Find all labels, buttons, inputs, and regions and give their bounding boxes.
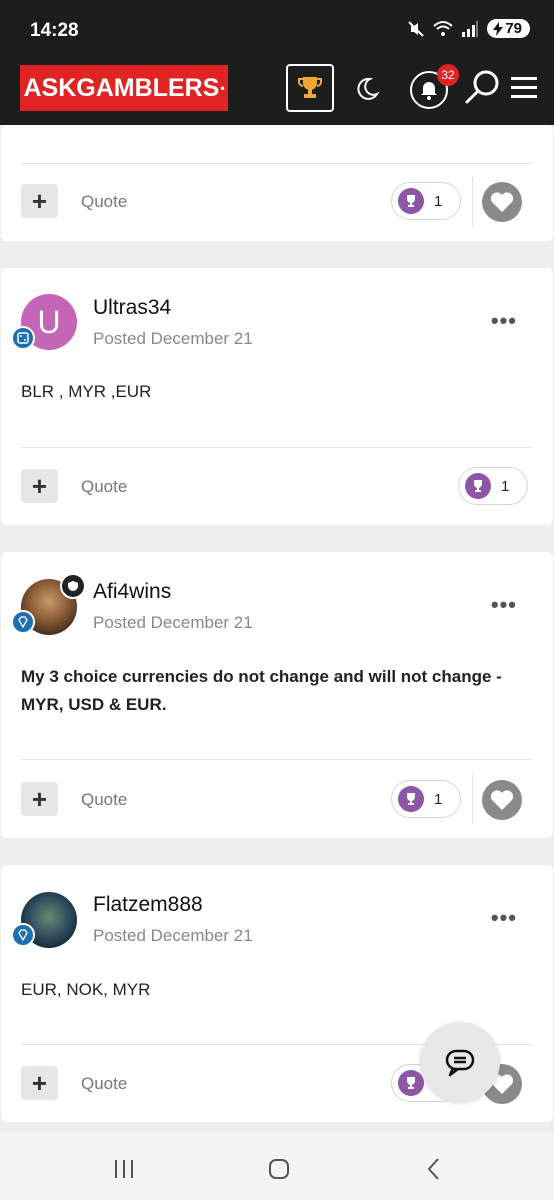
back-icon xyxy=(427,1158,439,1180)
signal-icon xyxy=(462,20,479,37)
search-icon xyxy=(465,70,499,104)
chat-button[interactable] xyxy=(420,1022,500,1102)
multiquote-button[interactable]: + xyxy=(21,1066,58,1100)
separator xyxy=(472,177,473,227)
plus-icon: + xyxy=(31,783,48,814)
reaction-button[interactable]: 1 xyxy=(391,182,461,220)
moon-icon xyxy=(357,77,380,100)
bolt-icon xyxy=(493,21,504,36)
trophy-icon xyxy=(298,77,322,98)
notification-count-badge: 32 xyxy=(437,64,459,86)
home-button[interactable] xyxy=(264,1154,294,1184)
post-body: My 3 choice currencies do not change and… xyxy=(21,667,502,714)
multiquote-button[interactable]: + xyxy=(21,184,58,218)
username[interactable]: Flatzem888 xyxy=(93,893,203,917)
post-body: BLR , MYR ,EUR xyxy=(21,382,152,401)
menu-icon xyxy=(511,77,537,98)
reaction-count: 1 xyxy=(434,790,443,808)
rank-badge xyxy=(11,326,35,350)
logo-text: ASKGAMBLERS xyxy=(23,73,220,102)
multiquote-button[interactable]: + xyxy=(21,782,58,816)
divider xyxy=(21,163,533,164)
diamond-icon xyxy=(18,616,28,628)
separator xyxy=(472,774,473,824)
reaction-count: 1 xyxy=(434,192,443,210)
quote-button[interactable]: Quote xyxy=(81,1074,127,1094)
heart-icon xyxy=(490,192,514,212)
reaction-count: 1 xyxy=(501,477,510,495)
shield-icon xyxy=(68,581,78,591)
trophy-reaction-icon xyxy=(398,188,424,214)
more-icon[interactable]: ••• xyxy=(491,592,517,618)
recent-apps-button[interactable] xyxy=(109,1154,139,1184)
avatar-letter: U xyxy=(37,303,61,340)
askgamblers-logo[interactable]: ASKGAMBLERS • xyxy=(20,65,228,111)
search-button[interactable] xyxy=(462,68,502,108)
posted-date: Posted December 21 xyxy=(93,329,253,348)
menu-button[interactable] xyxy=(510,74,538,102)
back-button[interactable] xyxy=(419,1154,449,1184)
quote-button[interactable]: Quote xyxy=(81,192,127,212)
mute-icon xyxy=(408,20,425,37)
divider xyxy=(21,447,533,448)
trophy-reaction-icon xyxy=(398,1070,424,1096)
rank-icon xyxy=(17,332,29,344)
quote-button[interactable]: Quote xyxy=(81,477,127,497)
quote-button[interactable]: Quote xyxy=(81,790,127,810)
post-body: EUR, NOK, MYR xyxy=(21,980,151,999)
status-icons: 79 xyxy=(407,19,530,38)
posted-date: Posted December 21 xyxy=(93,613,253,632)
rank-badge xyxy=(11,610,35,634)
username[interactable]: Afi4wins xyxy=(93,580,171,604)
bell-icon xyxy=(421,82,437,100)
wifi-icon xyxy=(433,20,453,36)
battery-level: 79 xyxy=(505,20,522,37)
chat-icon xyxy=(445,1049,475,1077)
trophy-button[interactable] xyxy=(286,64,334,112)
dark-mode-button[interactable] xyxy=(352,74,382,104)
post-card-ultras34: U Ultras34 Posted December 21 ••• BLR , … xyxy=(1,268,553,525)
like-button[interactable] xyxy=(482,182,522,222)
system-nav-bar xyxy=(0,1132,554,1200)
divider xyxy=(21,759,533,760)
posted-date: Posted December 21 xyxy=(93,926,253,945)
more-icon[interactable]: ••• xyxy=(491,905,517,931)
multiquote-button[interactable]: + xyxy=(21,469,58,503)
diamond-icon xyxy=(18,929,28,941)
logo-mark: • xyxy=(220,81,225,95)
post-card-afi4wins: Afi4wins Posted December 21 ••• My 3 cho… xyxy=(1,552,553,838)
reaction-button[interactable]: 1 xyxy=(458,467,528,505)
plus-icon: + xyxy=(31,1067,48,1098)
post-card-partial: + Quote 1 xyxy=(1,125,553,241)
moderator-badge xyxy=(60,573,86,599)
status-time: 14:28 xyxy=(30,20,79,41)
reaction-button[interactable]: 1 xyxy=(391,780,461,818)
like-button[interactable] xyxy=(482,780,522,820)
rank-badge xyxy=(11,923,35,947)
heart-icon xyxy=(490,790,514,810)
plus-icon: + xyxy=(31,185,48,216)
battery-indicator: 79 xyxy=(487,19,530,38)
username[interactable]: Ultras34 xyxy=(93,296,171,320)
status-bar: 14:28 79 xyxy=(0,0,554,52)
app-header: ASKGAMBLERS • 32 xyxy=(0,52,554,125)
trophy-reaction-icon xyxy=(465,473,491,499)
trophy-reaction-icon xyxy=(398,786,424,812)
plus-icon: + xyxy=(31,470,48,501)
more-icon[interactable]: ••• xyxy=(491,308,517,334)
home-icon xyxy=(269,1159,289,1179)
recent-apps-icon xyxy=(115,1160,133,1178)
